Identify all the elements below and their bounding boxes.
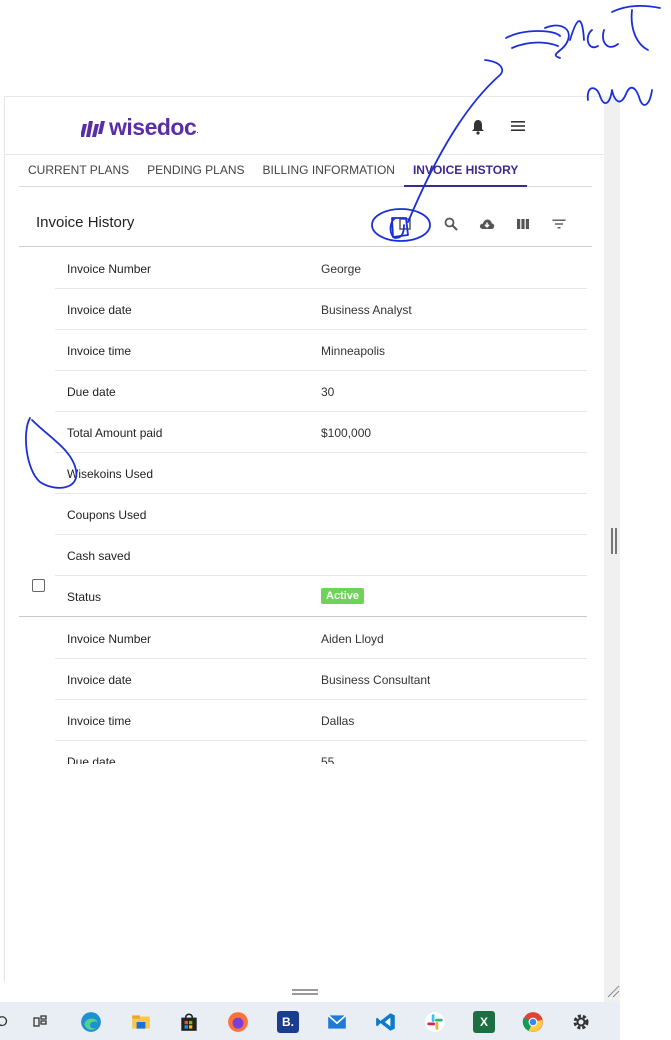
field-label: Due date [67, 385, 116, 399]
table-row: Invoice Number George [55, 248, 587, 289]
resize-corner-icon[interactable] [606, 984, 620, 998]
columns-icon[interactable] [512, 213, 534, 235]
field-label: Due date [67, 755, 116, 764]
plan-tabs: CURRENT PLANS PENDING PLANS BILLING INFO… [19, 156, 592, 187]
task-view-icon[interactable] [29, 1011, 51, 1033]
hamburger-menu-icon[interactable] [511, 120, 525, 132]
field-label: Invoice date [67, 673, 132, 687]
panel-drag-handle[interactable] [292, 989, 318, 995]
filter-icon[interactable] [548, 213, 570, 235]
table-row: Cash saved [55, 535, 587, 576]
table-row: Due date 55 [55, 741, 587, 764]
table-row: Invoice date Business Analyst [55, 289, 587, 330]
table-row: Invoice date Business Consultant [55, 659, 587, 700]
field-label: Wisekoins Used [67, 467, 154, 481]
table-row: Due date 30 [55, 371, 587, 412]
logo-text: wisedoc [109, 114, 197, 140]
splitter-grip[interactable] [611, 528, 617, 554]
table-row: Wisekoins Used [55, 453, 587, 494]
field-value: Dallas [321, 714, 355, 728]
view-column-icon[interactable] [394, 213, 416, 235]
status-badge: Active [321, 588, 365, 604]
excel-icon[interactable]: X [473, 1011, 495, 1033]
store-icon[interactable] [178, 1011, 200, 1033]
field-label: Invoice time [67, 344, 132, 358]
field-value: $100,000 [321, 426, 372, 440]
table-row: Invoice time Dallas [55, 700, 587, 741]
field-label: Cash saved [67, 549, 131, 563]
table-row: Status Active [19, 576, 587, 617]
logo-suffix: . [196, 125, 199, 135]
vscode-icon[interactable] [375, 1011, 397, 1033]
field-label: Total Amount paid [67, 426, 163, 440]
field-value: Minneapolis [321, 344, 386, 358]
chrome-icon[interactable] [522, 1011, 544, 1033]
search-taskbar-icon[interactable] [0, 1011, 14, 1033]
notification-bell-icon[interactable] [471, 119, 485, 135]
field-label: Invoice time [67, 714, 132, 728]
field-label: Invoice Number [67, 262, 152, 276]
field-value: George [321, 262, 362, 276]
table-toolbar: Invoice History [19, 207, 592, 247]
mail-icon[interactable] [326, 1011, 348, 1033]
app-window: wisedoc . CURRENT PLANS PENDING PLANS BI… [4, 96, 604, 982]
tab-billing-information[interactable]: BILLING INFORMATION [254, 156, 404, 187]
field-label: Invoice Number [67, 632, 152, 646]
row-select-checkbox[interactable] [32, 579, 45, 592]
settings-icon[interactable] [570, 1011, 592, 1033]
wisedoc-logo-mark-icon [81, 120, 105, 137]
wisedoc-logo[interactable]: wisedoc . [81, 114, 199, 141]
field-label: Status [67, 590, 102, 604]
page-title: Invoice History [36, 214, 135, 231]
app-header: wisedoc . [5, 97, 604, 155]
table-row: Invoice Number Aiden Lloyd [55, 618, 587, 659]
field-value: Business Consultant [321, 673, 431, 687]
field-label: Invoice date [67, 303, 132, 317]
table-row: Total Amount paid $100,000 [55, 412, 587, 453]
search-icon[interactable] [440, 213, 462, 235]
firefox-icon[interactable] [227, 1011, 249, 1033]
table-row: Coupons Used [55, 494, 587, 535]
field-value: 55 [321, 755, 335, 764]
tab-current-plans[interactable]: CURRENT PLANS [19, 156, 138, 187]
table-row: Invoice time Minneapolis [55, 330, 587, 371]
booking-icon[interactable]: B. [277, 1011, 299, 1033]
edge-icon[interactable] [80, 1011, 102, 1033]
tab-invoice-history[interactable]: INVOICE HISTORY [403, 156, 528, 187]
field-value: 30 [321, 385, 335, 399]
field-value: Business Analyst [321, 303, 412, 317]
cloud-download-icon[interactable] [476, 213, 498, 235]
tab-pending-plans[interactable]: PENDING PLANS [138, 156, 253, 187]
field-value: Aiden Lloyd [321, 632, 384, 646]
field-label: Coupons Used [67, 508, 147, 522]
file-explorer-icon[interactable] [130, 1011, 152, 1033]
invoice-list: Invoice Number George Invoice date Busin… [5, 248, 604, 764]
windows-taskbar: B. X [0, 1002, 620, 1040]
slack-icon[interactable] [424, 1011, 446, 1033]
